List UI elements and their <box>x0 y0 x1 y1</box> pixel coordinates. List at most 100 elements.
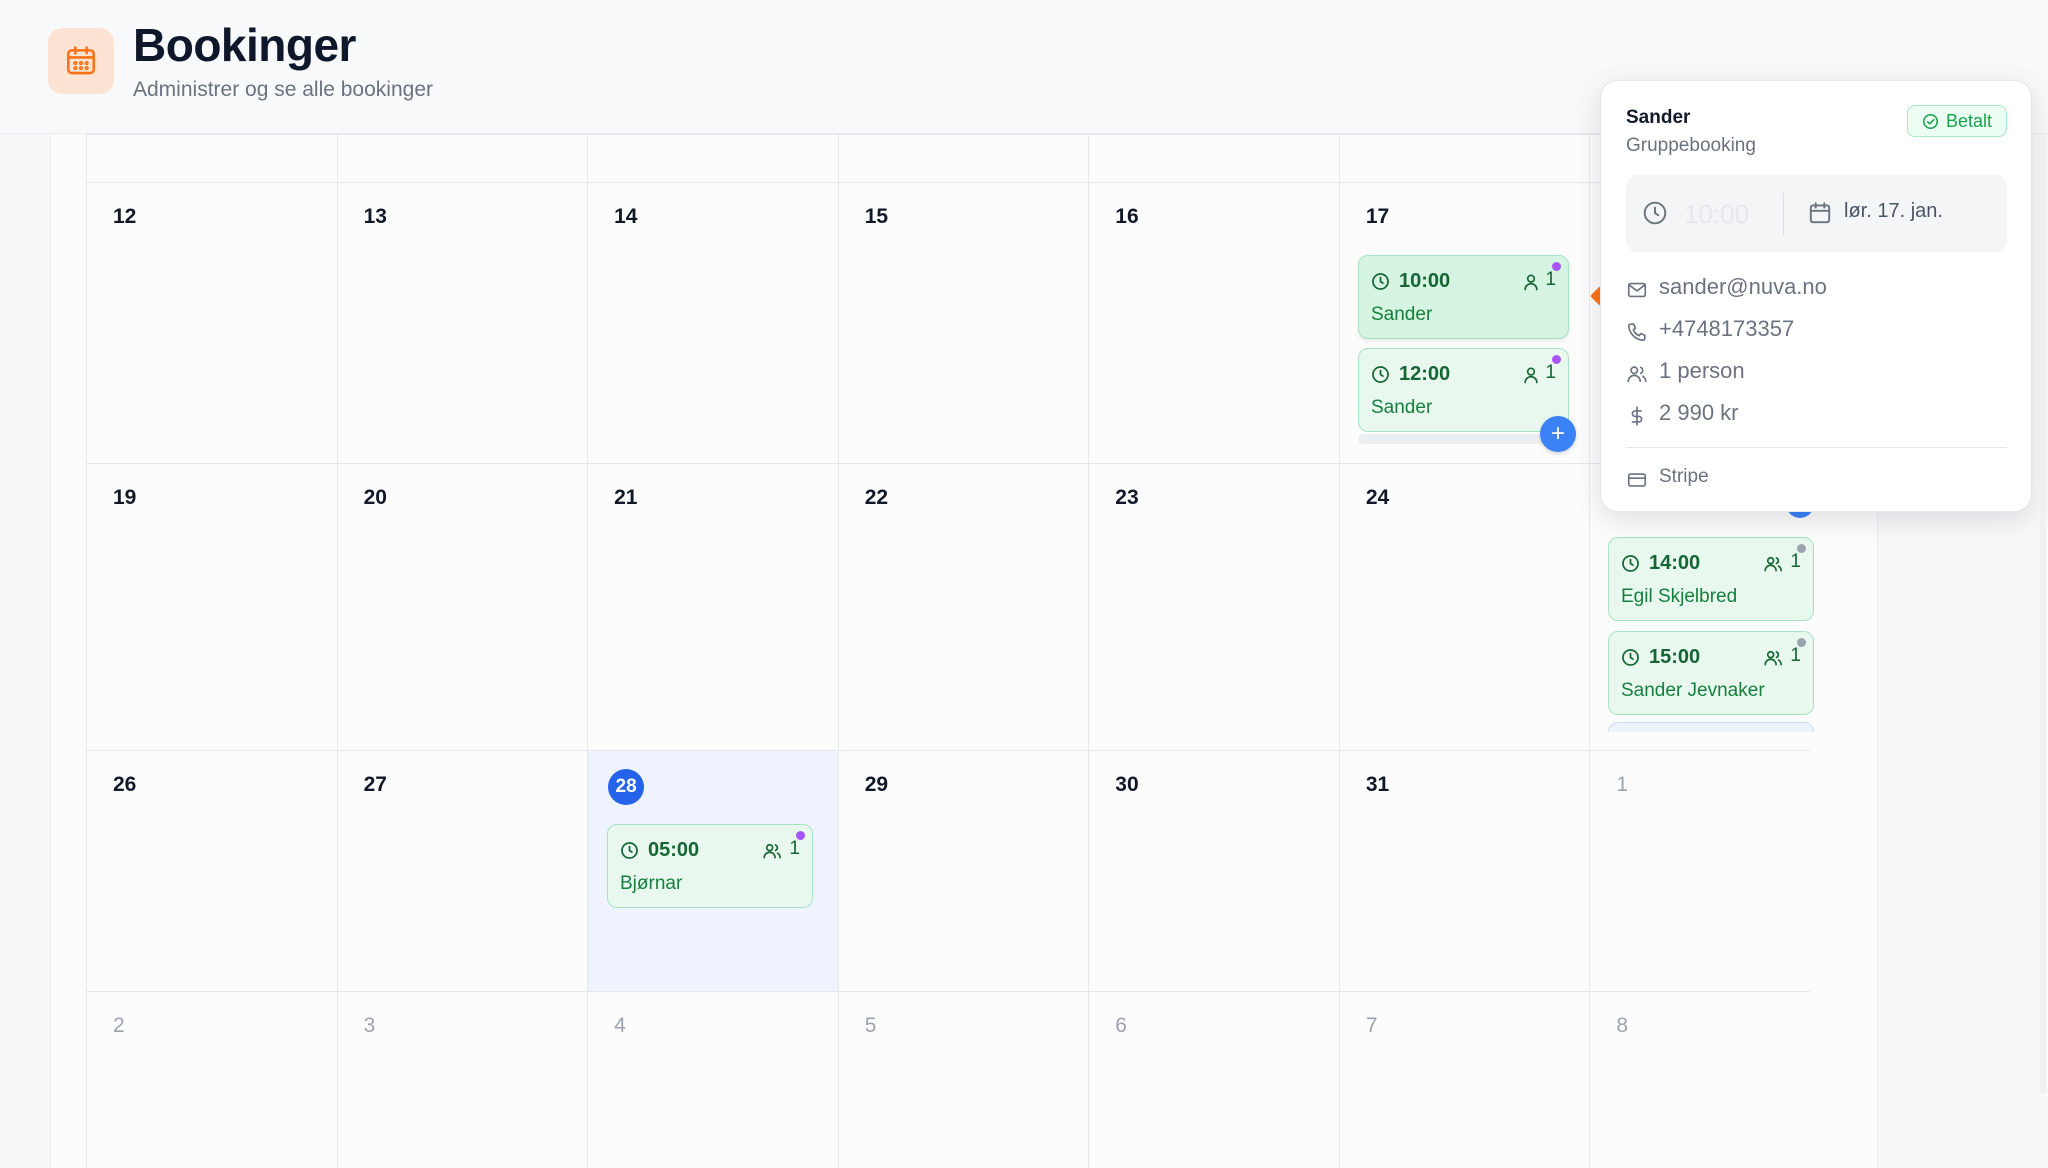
status-label: Betalt <box>1945 111 1992 131</box>
users-icon <box>1763 554 1785 579</box>
day-number: 31 <box>1365 773 1390 796</box>
popover-date: lør. 17. jan. <box>1844 200 1943 222</box>
popover-price: 2 990 kr <box>1659 400 1739 425</box>
calendar-day-cell[interactable]: 31 <box>1338 750 1590 991</box>
day-number: 19 <box>113 486 137 509</box>
event-time: 14:00 <box>1649 552 1701 574</box>
calendar-day-cell[interactable] <box>587 134 838 182</box>
calendar-day-cell[interactable]: 30 <box>1088 750 1339 991</box>
day-number: 7 <box>1365 1014 1378 1037</box>
day-number: 1 <box>1616 773 1629 796</box>
user-icon <box>1522 365 1540 390</box>
calendar-day-cell[interactable]: 24 <box>1338 463 1590 750</box>
calendar-day-cell[interactable]: 27 <box>336 750 588 991</box>
day-number: 15 <box>864 205 889 228</box>
calendar-day-cell[interactable]: 13 <box>336 182 588 463</box>
event-card[interactable]: 14:00 1 Egil Skjelbred <box>1608 537 1814 621</box>
event-customer-name: Sander <box>1371 397 1433 418</box>
event-status-dot <box>1552 262 1561 271</box>
calendar-day-cell[interactable]: 4 <box>587 991 838 1168</box>
calendar-day-cell[interactable]: 12 <box>86 182 337 463</box>
event-status-dot <box>1552 355 1561 364</box>
calendar-grid: 12 13 14 15 16 17 19 20 21 22 23 24 26 27 28 29 30 31 1 2 3 4… <box>86 134 1840 1168</box>
day-number: 29 <box>864 773 889 796</box>
event-participant-count: 1 <box>1790 551 1801 572</box>
day-number: 14 <box>614 205 638 228</box>
calendar-day-cell[interactable]: 7 <box>1338 991 1590 1168</box>
day-number: 30 <box>1115 773 1139 796</box>
event-card[interactable]: 10:00 1 Sander <box>1358 255 1569 339</box>
popover-time: 10:00 <box>1684 199 1750 229</box>
popover-people: 1 person <box>1659 358 1745 383</box>
clock-icon <box>1643 201 1667 225</box>
user-icon <box>1522 272 1540 297</box>
add-booking-button[interactable]: + <box>1540 416 1576 452</box>
event-customer-name: Sander Jevnaker <box>1621 680 1765 701</box>
clock-icon <box>1372 366 1389 383</box>
users-icon <box>1763 648 1785 673</box>
day-number: 22 <box>864 486 889 509</box>
event-card[interactable]: 15:00 1 Sander Jevnaker <box>1608 631 1814 715</box>
calendar-day-cell[interactable]: 20 <box>336 463 588 750</box>
event-participant-count: 1 <box>789 838 800 859</box>
calendar-day-cell[interactable]: 23 <box>1088 463 1339 750</box>
day-number: 13 <box>363 205 387 228</box>
mail-icon <box>1627 282 1647 298</box>
calendar-day-cell[interactable] <box>86 134 337 182</box>
day-number: 8 <box>1616 1014 1629 1037</box>
event-time: 12:00 <box>1399 363 1451 385</box>
calendar-day-cell[interactable]: 22 <box>837 463 1089 750</box>
popover-customer-name: Sander <box>1626 107 1691 128</box>
page-subtitle: Administrer og se alle bookinger <box>133 78 433 101</box>
users-icon <box>1627 366 1647 383</box>
event-card[interactable]: 05:00 1 Bjørnar <box>607 824 813 908</box>
phone-icon <box>1627 323 1646 342</box>
popover-phone[interactable]: +4748173357 <box>1659 316 1794 342</box>
event-status-dot <box>1797 544 1806 553</box>
day-number: 2 <box>113 1014 125 1037</box>
calendar-day-cell[interactable] <box>1088 134 1339 182</box>
calendar-day-cell[interactable]: 5 <box>837 991 1089 1168</box>
calendar-day-cell[interactable]: 21 <box>587 463 838 750</box>
event-time: 05:00 <box>648 839 700 861</box>
day-number: 20 <box>363 486 387 509</box>
event-participant-count: 1 <box>1790 645 1801 666</box>
popover-booking-type: Gruppebooking <box>1626 135 1756 156</box>
clock-icon <box>1622 649 1639 666</box>
calendar-day-cell[interactable]: 8 <box>1589 991 1810 1168</box>
calendar-day-cell[interactable] <box>837 134 1089 182</box>
calendar-day-cell[interactable]: 6 <box>1088 991 1339 1168</box>
event-card[interactable]: 12:00 1 Sander <box>1358 348 1569 432</box>
calendar-day-cell[interactable]: 3 <box>336 991 588 1168</box>
calendar-day-cell[interactable]: 26 <box>86 750 337 991</box>
event-customer-name: Egil Skjelbred <box>1621 586 1738 607</box>
calendar-day-cell[interactable]: 15 <box>837 182 1089 463</box>
day-number: 27 <box>363 773 387 796</box>
calendar-day-cell[interactable]: 1 <box>1589 750 1810 991</box>
day-number: 4 <box>614 1014 626 1037</box>
event-customer-name: Sander <box>1371 304 1433 325</box>
day-scrollbar[interactable] <box>1358 434 1568 444</box>
calendar-day-cell[interactable]: 14 <box>587 182 838 463</box>
calendar-day-cell[interactable] <box>1338 134 1590 182</box>
calendar-day-cell[interactable]: 16 <box>1088 182 1339 463</box>
calendar-day-cell[interactable]: 29 <box>837 750 1089 991</box>
calendar-day-cell[interactable] <box>336 134 588 182</box>
page-title: Bookinger <box>133 19 356 71</box>
event-card-partial[interactable] <box>1608 722 1814 732</box>
calendar-icon <box>1809 202 1831 224</box>
day-number: 17 <box>1365 205 1390 228</box>
day-number: 6 <box>1115 1014 1127 1037</box>
day-number: 26 <box>113 773 137 796</box>
day-number: 3 <box>363 1014 376 1037</box>
calendar-day-cell[interactable]: 2 <box>86 991 337 1168</box>
today-day-number: 28 <box>608 769 645 805</box>
clock-icon <box>1372 273 1389 290</box>
event-participant-count: 1 <box>1545 269 1556 290</box>
popover-payment-method: Stripe <box>1659 466 1709 487</box>
day-number: 23 <box>1115 486 1139 509</box>
popover-email[interactable]: sander@nuva.no <box>1659 274 1827 300</box>
page-scrollbar[interactable] <box>2040 134 2046 1094</box>
check-circle-icon <box>1922 113 1938 130</box>
calendar-day-cell[interactable]: 19 <box>86 463 337 750</box>
